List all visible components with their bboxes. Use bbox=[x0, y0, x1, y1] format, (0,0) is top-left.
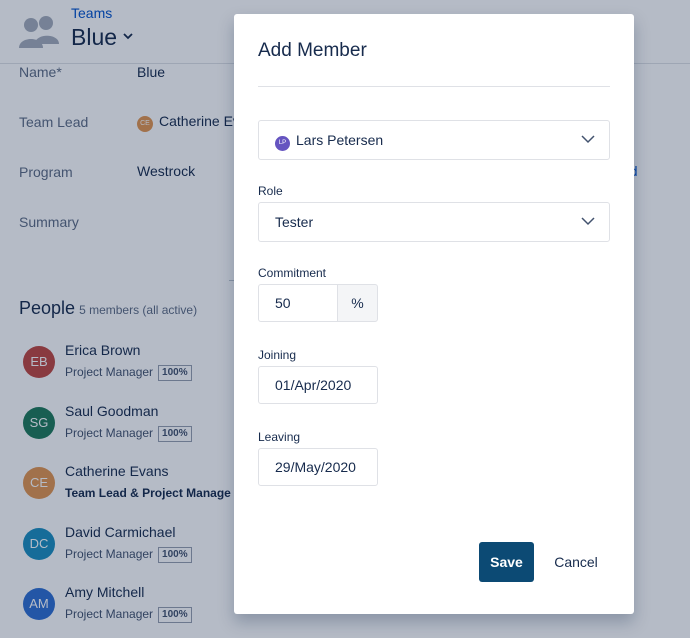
role-label: Role bbox=[258, 184, 283, 198]
member-select[interactable]: LP Lars Petersen bbox=[258, 120, 610, 160]
member-select-text: Lars Petersen bbox=[296, 132, 384, 148]
joining-label: Joining bbox=[258, 348, 297, 362]
role-select-value: Tester bbox=[275, 214, 314, 230]
leaving-label: Leaving bbox=[258, 430, 301, 444]
commitment-input[interactable] bbox=[258, 284, 338, 322]
chevron-down-icon bbox=[581, 217, 595, 226]
dialog-title: Add Member bbox=[258, 40, 367, 61]
chevron-down-icon bbox=[581, 135, 595, 144]
role-select[interactable]: Tester bbox=[258, 202, 610, 242]
commitment-label: Commitment bbox=[258, 266, 327, 280]
dialog-divider bbox=[258, 86, 610, 87]
percent-unit: % bbox=[337, 284, 378, 322]
leaving-date-input[interactable] bbox=[258, 448, 378, 486]
add-member-dialog: Add Member LP Lars Petersen Role Tester C… bbox=[234, 14, 634, 614]
joining-date-input[interactable] bbox=[258, 366, 378, 404]
cancel-button[interactable]: Cancel bbox=[544, 542, 608, 582]
avatar: LP bbox=[275, 136, 290, 151]
save-button[interactable]: Save bbox=[479, 542, 534, 582]
member-select-value: LP Lars Petersen bbox=[275, 132, 383, 151]
